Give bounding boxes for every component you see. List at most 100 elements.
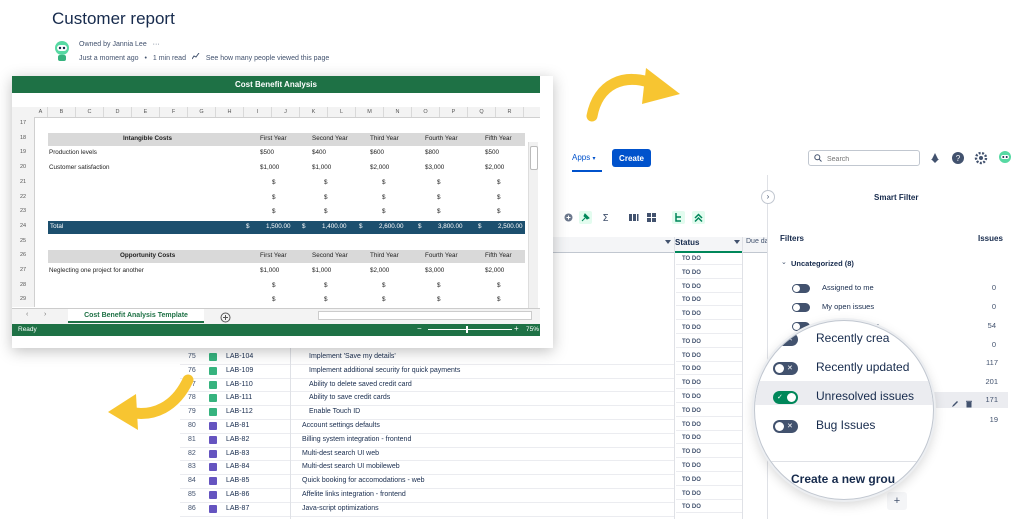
grid-icon[interactable] [645,211,658,224]
zoom-slider[interactable] [428,326,512,333]
column-header[interactable]: Q [468,107,496,117]
row-header[interactable]: 21 [12,179,34,185]
status-cell[interactable]: TO DO [676,308,742,321]
column-header[interactable]: F [160,107,188,117]
row-header[interactable]: 24 [12,223,34,229]
issue-summary[interactable]: Implement additional security for quick … [309,364,460,378]
value-cell[interactable]: $ [324,208,328,215]
total-currency[interactable]: $ [418,223,422,230]
year-header[interactable]: Fourth Year [425,135,458,142]
search-box[interactable] [808,150,920,166]
issue-summary[interactable]: Quick booking for accomodations - web [302,474,425,488]
row-header[interactable]: 22 [12,194,34,200]
column-header[interactable]: I [244,107,272,117]
filter-toggle[interactable]: ✓ [773,391,798,404]
row-header[interactable]: 18 [12,135,34,141]
row-header[interactable]: 27 [12,267,34,273]
year-header[interactable]: Third Year [370,252,399,259]
total-currency[interactable]: $ [359,223,363,230]
zoom-out-icon[interactable]: − [417,323,422,335]
column-header[interactable]: J [272,107,300,117]
chevron-down-icon[interactable]: ⌄ [781,258,787,266]
column-header[interactable]: G [188,107,216,117]
column-header[interactable]: R [496,107,524,117]
sheet-tab[interactable]: Cost Benefit Analysis Template [68,309,204,323]
expand-up-icon[interactable] [692,211,705,224]
column-header[interactable]: L [328,107,356,117]
filter-toggle[interactable] [792,284,810,293]
help-icon[interactable]: ? [951,151,965,165]
column-header[interactable]: P [440,107,468,117]
value-cell[interactable]: $ [382,296,386,303]
status-cell[interactable]: TO DO [676,294,742,307]
filter-label[interactable]: Recently crea [816,331,889,345]
status-cell[interactable]: TO DO [676,460,742,472]
row-header[interactable]: 25 [12,238,34,244]
value-cell[interactable]: $1,000 [260,267,279,274]
column-header[interactable]: M [356,107,384,117]
column-header[interactable]: B [48,107,76,117]
row-label[interactable]: Customer satisfaction [49,164,110,171]
horizontal-scrollbar[interactable] [318,311,532,320]
filter-label[interactable]: Unresolved issues [816,389,914,403]
value-cell[interactable]: $800 [425,149,439,156]
table-row[interactable]: 79 LAB-112 Enable Touch ID [180,405,674,420]
table-row[interactable]: 75 LAB-104 Implement 'Save my details' [180,350,674,365]
section-header[interactable]: Opportunity Costs [120,252,175,259]
value-cell[interactable]: $ [272,282,276,289]
filter-label[interactable]: My open issues [822,302,874,311]
value-cell[interactable]: $ [272,179,276,186]
value-cell[interactable]: $ [324,296,328,303]
issue-key[interactable]: LAB-111 [226,391,252,405]
user-avatar[interactable] [997,150,1013,166]
value-cell[interactable]: $ [497,179,501,186]
issue-key[interactable]: LAB-104 [226,350,253,364]
total-value[interactable]: 2,500.00 [498,223,523,230]
value-cell[interactable]: $ [272,296,276,303]
status-cell[interactable]: TO DO [676,474,742,486]
value-cell[interactable]: $ [382,208,386,215]
value-cell[interactable]: $500 [485,149,499,156]
row-header[interactable]: 23 [12,208,34,214]
value-cell[interactable]: $ [324,194,328,201]
year-header[interactable]: Second Year [312,252,348,259]
issue-key[interactable]: LAB-86 [226,488,249,502]
filter-label[interactable]: Assigned to me [822,283,874,292]
table-row[interactable]: 85 LAB-86 Affelite links integration - fro… [180,488,674,503]
column-header[interactable]: H [216,107,244,117]
filter-label[interactable]: Bug Issues [816,418,875,432]
avatar[interactable] [53,40,71,62]
year-header[interactable]: Fifth Year [485,252,512,259]
value-cell[interactable]: $ [437,282,441,289]
value-cell[interactable]: $ [437,194,441,201]
status-cell[interactable]: TO DO [676,253,742,265]
row-header[interactable]: 20 [12,164,34,170]
total-currency[interactable]: $ [478,223,482,230]
value-cell[interactable]: $600 [370,149,384,156]
total-currency[interactable]: $ [246,223,250,230]
create-button[interactable]: Create [612,149,651,167]
issue-key[interactable]: LAB-109 [226,364,253,378]
add-group-button[interactable]: + [887,492,907,510]
value-cell[interactable]: $ [437,208,441,215]
chevron-down-icon[interactable] [734,240,740,244]
value-cell[interactable]: $ [497,208,501,215]
value-cell[interactable]: $1,000 [312,267,331,274]
status-cell[interactable]: TO DO [676,391,742,403]
value-cell[interactable]: $ [437,179,441,186]
vertical-scrollbar[interactable] [528,142,538,308]
issue-key[interactable]: LAB-87 [226,502,249,516]
value-cell[interactable]: $2,000 [370,164,389,171]
status-cell[interactable]: TO DO [676,488,742,500]
year-header[interactable]: Fifth Year [485,135,512,142]
table-row[interactable]: 86 LAB-87 Java-script optimizations [180,502,674,517]
total-value[interactable]: 1,500.00 [266,223,291,230]
total-currency[interactable]: $ [302,223,306,230]
year-header[interactable]: Fourth Year [425,252,458,259]
column-header[interactable]: A [34,107,48,117]
issue-summary[interactable]: Multi-dest search UI web [302,447,379,461]
zoom-in-icon[interactable]: + [514,323,519,335]
issue-summary[interactable]: Multi-dest search UI mobileweb [302,460,400,474]
search-input[interactable] [825,152,919,166]
value-cell[interactable]: $1,000 [260,164,279,171]
